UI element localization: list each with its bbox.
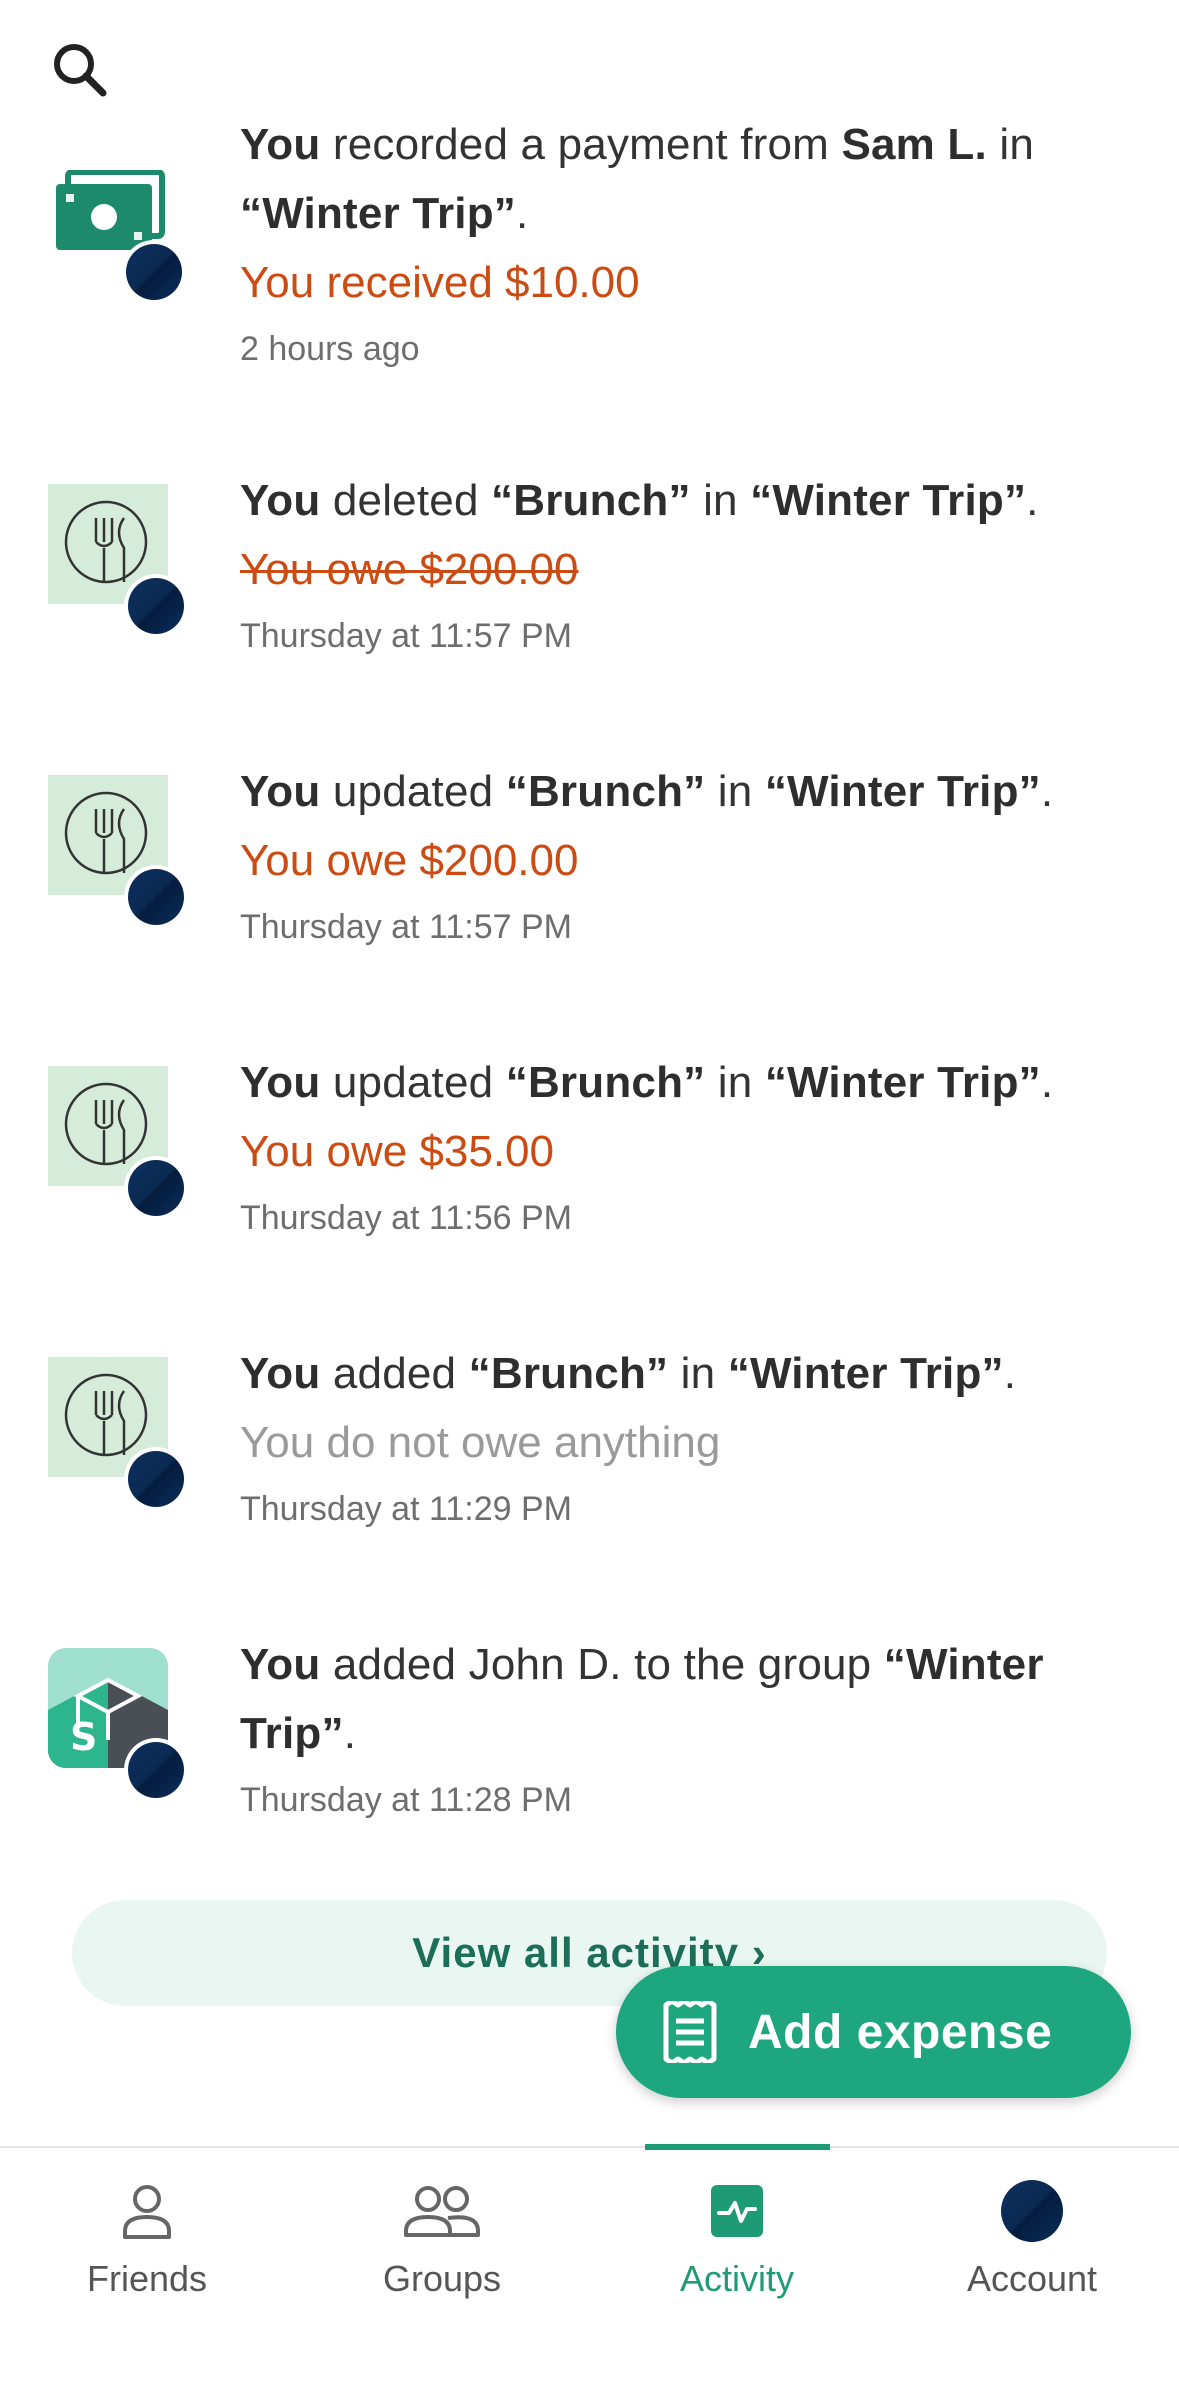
activity-timestamp: 2 hours ago — [240, 330, 420, 368]
avatar — [124, 574, 188, 638]
text-segment: in — [986, 120, 1034, 169]
text-segment: . — [516, 189, 529, 238]
activity-line2: Trip”. — [240, 1699, 1120, 1768]
activity-text: You updated “Brunch” in “Winter Trip”. Y… — [240, 1048, 1120, 1248]
bottom-tab-bar: Friends Groups Activity Account — [0, 2144, 1179, 2396]
text-segment: in — [705, 767, 765, 816]
bold-text-segment: “Brunch” — [505, 767, 706, 816]
activity-amount: You owe $200.00 — [240, 545, 579, 594]
bold-text-segment: You — [240, 1349, 321, 1398]
avatar — [122, 240, 186, 304]
bold-text-segment: You — [240, 1640, 321, 1689]
tab-label: Activity — [679, 2258, 794, 2299]
activity-icon-wrap: S — [48, 1648, 188, 1802]
group-icon — [404, 2186, 480, 2237]
text-segment: updated — [320, 1058, 506, 1107]
avatar — [124, 1738, 188, 1802]
add-expense-label: Add expense — [748, 2005, 1053, 2059]
bold-text-segment: You — [240, 120, 321, 169]
text-segment: . — [343, 1709, 357, 1758]
bold-text-segment: “Winter Trip” — [750, 476, 1027, 525]
tab-activity[interactable]: Activity — [590, 2144, 884, 2396]
activity-amount: You do not owe anything — [240, 1418, 721, 1467]
activity-amount: You owe $200.00 — [240, 836, 579, 885]
bold-text-segment: Sam L. — [841, 120, 987, 169]
bold-text-segment: “Winter — [883, 1640, 1044, 1689]
activity-line1: You updated “Brunch” in “Winter Trip”. — [240, 757, 1120, 826]
activity-icon — [711, 2185, 763, 2237]
text-segment: added John D. to the group — [320, 1640, 884, 1689]
activity-timestamp: Thursday at 11:29 PM — [240, 1490, 572, 1528]
text-segment: deleted — [320, 476, 492, 525]
text-segment: in — [668, 1349, 728, 1398]
activity-text: You added John D. to the group “Winter T… — [240, 1630, 1120, 1830]
activity-text: You updated “Brunch” in “Winter Trip”. Y… — [240, 757, 1120, 957]
activity-text: You deleted “Brunch” in “Winter Trip”. Y… — [240, 466, 1120, 666]
activity-line1: You added John D. to the group “Winter — [240, 1630, 1120, 1699]
search-icon — [54, 44, 107, 97]
text-segment: recorded a payment from — [320, 120, 842, 169]
receipt-icon — [663, 2001, 717, 2063]
activity-line1: You deleted “Brunch” in “Winter Trip”. — [240, 466, 1120, 535]
bold-text-segment: “Winter Trip” — [727, 1349, 1004, 1398]
text-segment: . — [1003, 1349, 1017, 1398]
activity-text: You added “Brunch” in “Winter Trip”. You… — [240, 1339, 1120, 1539]
activity-timestamp: Thursday at 11:28 PM — [240, 1781, 572, 1819]
activity-amount: You received $10.00 — [240, 258, 640, 307]
tab-label: Friends — [86, 2258, 208, 2299]
activity-timestamp: Thursday at 11:57 PM — [240, 617, 572, 655]
tab-friends[interactable]: Friends — [0, 2148, 294, 2396]
activity-text: You recorded a payment from Sam L. in “W… — [240, 110, 1120, 379]
activity-amount: You owe $35.00 — [240, 1127, 554, 1176]
bold-text-segment: You — [240, 1058, 321, 1107]
text-segment: added — [320, 1349, 469, 1398]
avatar — [124, 1156, 188, 1220]
svg-text:S: S — [70, 1715, 97, 1759]
activity-timestamp: Thursday at 11:56 PM — [240, 1199, 572, 1237]
avatar — [1001, 2180, 1063, 2242]
activity-timestamp: Thursday at 11:57 PM — [240, 908, 572, 946]
bold-text-segment: “Brunch” — [491, 476, 691, 525]
activity-line1: You added “Brunch” in “Winter Trip”. — [240, 1339, 1120, 1408]
activity-icon-wrap — [48, 1357, 188, 1511]
activity-icon-wrap — [48, 484, 188, 638]
avatar — [124, 865, 188, 929]
text-segment: updated — [320, 767, 506, 816]
bold-text-segment: “Winter Trip” — [764, 1058, 1041, 1107]
bold-text-segment: You — [240, 767, 321, 816]
activity-icon-wrap — [48, 170, 188, 310]
text-segment: in — [705, 1058, 765, 1107]
activity-line1: You updated “Brunch” in “Winter Trip”. — [240, 1048, 1120, 1117]
active-tab-indicator — [645, 2144, 830, 2150]
activity-feed[interactable]: You recorded a payment from Sam L. in “W… — [0, 0, 1179, 2148]
activity-screen: You recorded a payment from Sam L. in “W… — [0, 0, 1179, 2396]
tab-account[interactable]: Account — [885, 2148, 1179, 2396]
activity-icon-wrap — [48, 775, 188, 929]
avatar — [124, 1447, 188, 1511]
bold-text-segment: “Brunch” — [468, 1349, 669, 1398]
text-segment: . — [1040, 1058, 1054, 1107]
tab-label: Groups — [382, 2258, 502, 2299]
person-icon — [123, 2185, 171, 2239]
bold-text-segment: “Brunch” — [505, 1058, 706, 1107]
activity-line2: “Winter Trip”. — [240, 179, 1120, 248]
text-segment: . — [1040, 767, 1054, 816]
bold-text-segment: “Winter Trip” — [764, 767, 1041, 816]
bold-text-segment: You — [240, 476, 321, 525]
tab-groups[interactable]: Groups — [295, 2148, 589, 2396]
bold-text-segment: “Winter Trip” — [240, 189, 516, 238]
bold-text-segment: Trip” — [240, 1709, 344, 1758]
text-segment: in — [690, 476, 751, 525]
activity-icon-wrap — [48, 1066, 188, 1220]
top-bar — [0, 0, 1179, 125]
search-button[interactable] — [44, 34, 114, 104]
add-expense-button[interactable]: Add expense — [616, 1966, 1131, 2098]
tab-label: Account — [966, 2258, 1098, 2299]
text-segment: . — [1026, 476, 1039, 525]
